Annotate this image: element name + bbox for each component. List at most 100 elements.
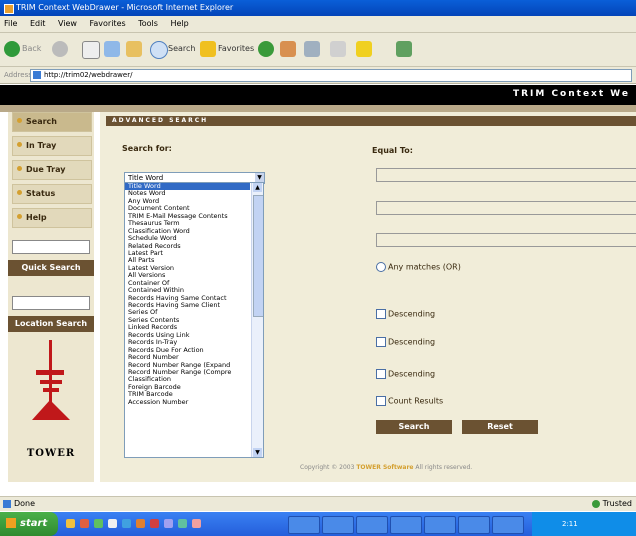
- dropdown-option[interactable]: Accession Number: [125, 399, 250, 406]
- home-icon[interactable]: [126, 41, 142, 57]
- menu-help[interactable]: Help: [170, 16, 188, 32]
- nav-item-due-tray[interactable]: Due Tray: [12, 160, 92, 180]
- quick-search-button[interactable]: Quick Search: [8, 260, 94, 276]
- nav-item-in-tray[interactable]: In Tray: [12, 136, 92, 156]
- dropdown-option[interactable]: TRIM E-Mail Message Contents: [125, 213, 250, 220]
- location-search-button[interactable]: Location Search: [8, 316, 94, 332]
- menu-edit[interactable]: Edit: [30, 16, 46, 32]
- dropdown-option[interactable]: Any Word: [125, 198, 250, 205]
- taskbar-window-button[interactable]: [390, 516, 422, 534]
- search-button[interactable]: Search: [376, 420, 452, 434]
- nav-item-help[interactable]: Help: [12, 208, 92, 228]
- dropdown-option[interactable]: Notes Word: [125, 190, 250, 197]
- taskbar-window-button[interactable]: [356, 516, 388, 534]
- search-field-dropdown-list[interactable]: Title Word Notes Word Any Word Document Con…: [124, 182, 264, 458]
- dropdown-option[interactable]: Series Contents: [125, 317, 250, 324]
- favorites-button-label[interactable]: Favorites: [218, 41, 254, 57]
- radio-icon[interactable]: [376, 262, 386, 272]
- quick-launch-icon[interactable]: [178, 519, 187, 528]
- quick-launch-icon[interactable]: [94, 519, 103, 528]
- checkbox-icon[interactable]: [376, 337, 386, 347]
- quick-launch-icon[interactable]: [66, 519, 75, 528]
- quick-search-input[interactable]: [12, 240, 90, 254]
- descending-option-1[interactable]: Descending: [376, 309, 435, 319]
- dropdown-option[interactable]: Document Content: [125, 205, 250, 212]
- dropdown-option[interactable]: Records In-Tray: [125, 339, 250, 346]
- start-button[interactable]: start: [0, 512, 58, 536]
- taskbar-window-button[interactable]: [322, 516, 354, 534]
- quick-launch-icon[interactable]: [150, 519, 159, 528]
- checkbox-icon[interactable]: [376, 396, 386, 406]
- dropdown-option[interactable]: Record Number Range (Expand: [125, 362, 250, 369]
- criteria-input-3[interactable]: [376, 233, 636, 247]
- dropdown-option[interactable]: Latest Part: [125, 250, 250, 257]
- checkbox-icon[interactable]: [376, 369, 386, 379]
- dropdown-option[interactable]: Related Records: [125, 243, 250, 250]
- criteria-input-1[interactable]: [376, 168, 636, 182]
- scroll-down-icon[interactable]: ▼: [253, 448, 262, 457]
- any-matches-option[interactable]: Any matches (OR): [376, 262, 461, 272]
- quick-launch-icon[interactable]: [164, 519, 173, 528]
- descending-option-2[interactable]: Descending: [376, 337, 435, 347]
- clock[interactable]: 2:11: [562, 520, 578, 528]
- menu-view[interactable]: View: [58, 16, 77, 32]
- back-arrow-icon[interactable]: [4, 41, 20, 57]
- dropdown-option[interactable]: Title Word: [125, 183, 250, 191]
- reset-button[interactable]: Reset: [462, 420, 538, 434]
- taskbar-window-button[interactable]: [424, 516, 456, 534]
- dropdown-option[interactable]: Records Due For Action: [125, 347, 250, 354]
- print-icon[interactable]: [330, 41, 346, 57]
- dropdown-option[interactable]: Thesaurus Term: [125, 220, 250, 227]
- dropdown-option[interactable]: Records Having Same Client: [125, 302, 250, 309]
- dropdown-option[interactable]: Record Number: [125, 354, 250, 361]
- taskbar-window-button[interactable]: [492, 516, 524, 534]
- menu-file[interactable]: File: [4, 16, 17, 32]
- address-input[interactable]: http://trim02/webdrawer/: [30, 69, 632, 82]
- dropdown-option[interactable]: TRIM Barcode: [125, 391, 250, 398]
- quick-launch-icon[interactable]: [108, 519, 117, 528]
- dropdown-option[interactable]: Classification: [125, 376, 250, 383]
- favorites-star-icon[interactable]: [200, 41, 216, 57]
- nav-item-search[interactable]: Search: [12, 112, 92, 132]
- scroll-up-icon[interactable]: ▲: [253, 183, 262, 192]
- count-results-option[interactable]: Count Results: [376, 396, 443, 406]
- dropdown-option[interactable]: Records Having Same Contact: [125, 295, 250, 302]
- dropdown-option[interactable]: Latest Version: [125, 265, 250, 272]
- scrollbar-thumb[interactable]: [253, 195, 263, 317]
- media-icon[interactable]: [258, 41, 274, 57]
- dropdown-option[interactable]: Contained Within: [125, 287, 250, 294]
- quick-launch-icon[interactable]: [80, 519, 89, 528]
- dropdown-option[interactable]: Records Using Link: [125, 332, 250, 339]
- checkbox-icon[interactable]: [376, 309, 386, 319]
- criteria-input-2[interactable]: [376, 201, 636, 215]
- dropdown-option[interactable]: Foreign Barcode: [125, 384, 250, 391]
- forward-arrow-icon[interactable]: [52, 41, 68, 57]
- search-icon[interactable]: [150, 41, 168, 59]
- search-button-label[interactable]: Search: [168, 41, 195, 57]
- folder-icon[interactable]: [356, 41, 372, 57]
- dropdown-option[interactable]: Record Number Range (Compre: [125, 369, 250, 376]
- taskbar-window-button[interactable]: [288, 516, 320, 534]
- quick-launch-icon[interactable]: [192, 519, 201, 528]
- dropdown-option[interactable]: All Parts: [125, 257, 250, 264]
- dropdown-option[interactable]: Schedule Word: [125, 235, 250, 242]
- history-icon[interactable]: [280, 41, 296, 57]
- dropdown-option[interactable]: Classification Word: [125, 228, 250, 235]
- stop-icon[interactable]: [82, 41, 100, 59]
- dropdown-option[interactable]: Linked Records: [125, 324, 250, 331]
- taskbar-window-button[interactable]: [458, 516, 490, 534]
- refresh-icon[interactable]: [104, 41, 120, 57]
- dropdown-option[interactable]: Container Of: [125, 280, 250, 287]
- nav-item-status[interactable]: Status: [12, 184, 92, 204]
- location-search-input[interactable]: [12, 296, 90, 310]
- descending-option-3[interactable]: Descending: [376, 369, 435, 379]
- quick-launch-icon[interactable]: [122, 519, 131, 528]
- quick-launch-icon[interactable]: [136, 519, 145, 528]
- back-button-label[interactable]: Back: [22, 41, 41, 57]
- messenger-icon[interactable]: [396, 41, 412, 57]
- menu-favorites[interactable]: Favorites: [90, 16, 126, 32]
- dropdown-option[interactable]: All Versions: [125, 272, 250, 279]
- dropdown-scrollbar[interactable]: ▲ ▼: [251, 183, 263, 457]
- menu-tools[interactable]: Tools: [138, 16, 158, 32]
- dropdown-option[interactable]: Series Of: [125, 309, 250, 316]
